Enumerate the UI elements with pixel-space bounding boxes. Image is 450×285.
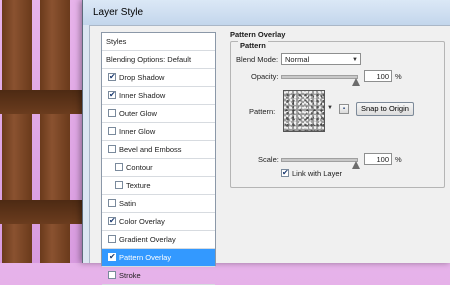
link-with-layer-option[interactable]: ✔ Link with Layer (281, 169, 342, 178)
fence-rail (0, 90, 90, 114)
style-item-outer-glow[interactable]: Outer Glow (102, 105, 215, 123)
style-checkbox[interactable]: ✔ (108, 253, 116, 262)
style-item-pattern-overlay[interactable]: ✔ Pattern Overlay (102, 249, 215, 267)
style-item-inner-shadow[interactable]: ✔ Inner Shadow (102, 87, 215, 105)
style-item-gradient-overlay[interactable]: Gradient Overlay (102, 231, 215, 249)
style-item-bevel-and-emboss[interactable]: Bevel and Emboss (102, 141, 215, 159)
link-with-layer-label: Link with Layer (292, 169, 343, 178)
style-item-label: Inner Glow (119, 127, 156, 136)
opacity-slider-thumb[interactable] (352, 78, 360, 86)
style-item-satin[interactable]: Satin (102, 195, 215, 213)
scale-slider[interactable] (281, 158, 358, 162)
opacity-input[interactable]: 100 (364, 70, 392, 82)
style-item-inner-glow[interactable]: Inner Glow (102, 123, 215, 141)
style-item-drop-shadow[interactable]: ✔ Drop Shadow (102, 69, 215, 87)
style-item-label: Inner Shadow (119, 91, 166, 100)
style-item-label: Color Overlay (119, 217, 165, 226)
section-title: Pattern Overlay (230, 30, 286, 39)
style-item-label: Satin (119, 199, 137, 208)
pattern-dropdown-icon[interactable]: ▼ (327, 105, 333, 111)
style-item-label: Pattern Overlay (119, 253, 172, 262)
style-checkbox[interactable] (115, 181, 123, 190)
style-checkbox[interactable] (108, 109, 116, 118)
style-checkbox[interactable] (115, 163, 123, 172)
layer-style-dialog: Layer Style Styles Blending Options: Def… (82, 0, 450, 285)
style-item-label: Texture (126, 181, 151, 190)
style-item-texture[interactable]: Texture (102, 177, 215, 195)
style-item-label: Outer Glow (119, 109, 157, 118)
style-item-label: Gradient Overlay (119, 235, 176, 244)
style-checkbox[interactable]: ✔ (108, 91, 116, 100)
style-item-label: Drop Shadow (119, 73, 165, 82)
fence-background (0, 0, 90, 263)
blend-mode-select[interactable]: Normal ▼ (281, 53, 361, 65)
styles-list: Styles Blending Options: Default ✔ Drop S… (101, 32, 216, 285)
blend-mode-value: Normal (285, 55, 310, 64)
snap-to-origin-button[interactable]: Snap to Origin (356, 102, 414, 116)
style-checkbox[interactable]: ✔ (108, 217, 116, 226)
pattern-label: Pattern: (249, 107, 276, 116)
scale-slider-thumb[interactable] (352, 161, 360, 169)
opacity-slider[interactable] (281, 75, 358, 79)
dialog-client-area: Styles Blending Options: Default ✔ Drop S… (89, 25, 450, 285)
chevron-down-icon: ▼ (352, 57, 358, 63)
scale-unit: % (395, 155, 402, 164)
style-checkbox[interactable] (108, 235, 116, 244)
style-checkbox[interactable]: ✔ (108, 73, 116, 82)
style-item-label: Bevel and Emboss (119, 145, 182, 154)
blending-options[interactable]: Blending Options: Default (102, 51, 215, 69)
pattern-group: Pattern Blend Mode: Normal ▼ Opacity: 10… (230, 41, 445, 188)
style-item-label: Contour (126, 163, 153, 172)
window-title: Layer Style (83, 0, 450, 25)
style-item-label: Stroke (119, 271, 141, 280)
fence-rail (0, 200, 90, 224)
scale-label: Scale: (258, 155, 279, 164)
group-title: Pattern (238, 41, 268, 50)
style-item-contour[interactable]: Contour (102, 159, 215, 177)
style-item-color-overlay[interactable]: ✔ Color Overlay (102, 213, 215, 231)
style-item-stroke[interactable]: Stroke (102, 267, 215, 285)
blend-mode-label: Blend Mode: (236, 55, 279, 64)
opacity-unit: % (395, 72, 402, 81)
pattern-swatch[interactable] (283, 90, 325, 132)
style-checkbox[interactable] (108, 145, 116, 154)
style-checkbox[interactable] (108, 199, 116, 208)
styles-header[interactable]: Styles (102, 33, 215, 51)
scale-input[interactable]: 100 (364, 153, 392, 165)
new-preset-icon[interactable]: ▪ (339, 104, 349, 114)
style-checkbox[interactable] (108, 127, 116, 136)
style-checkbox[interactable] (108, 271, 116, 280)
opacity-label: Opacity: (251, 72, 279, 81)
link-with-layer-checkbox[interactable]: ✔ (281, 169, 289, 178)
